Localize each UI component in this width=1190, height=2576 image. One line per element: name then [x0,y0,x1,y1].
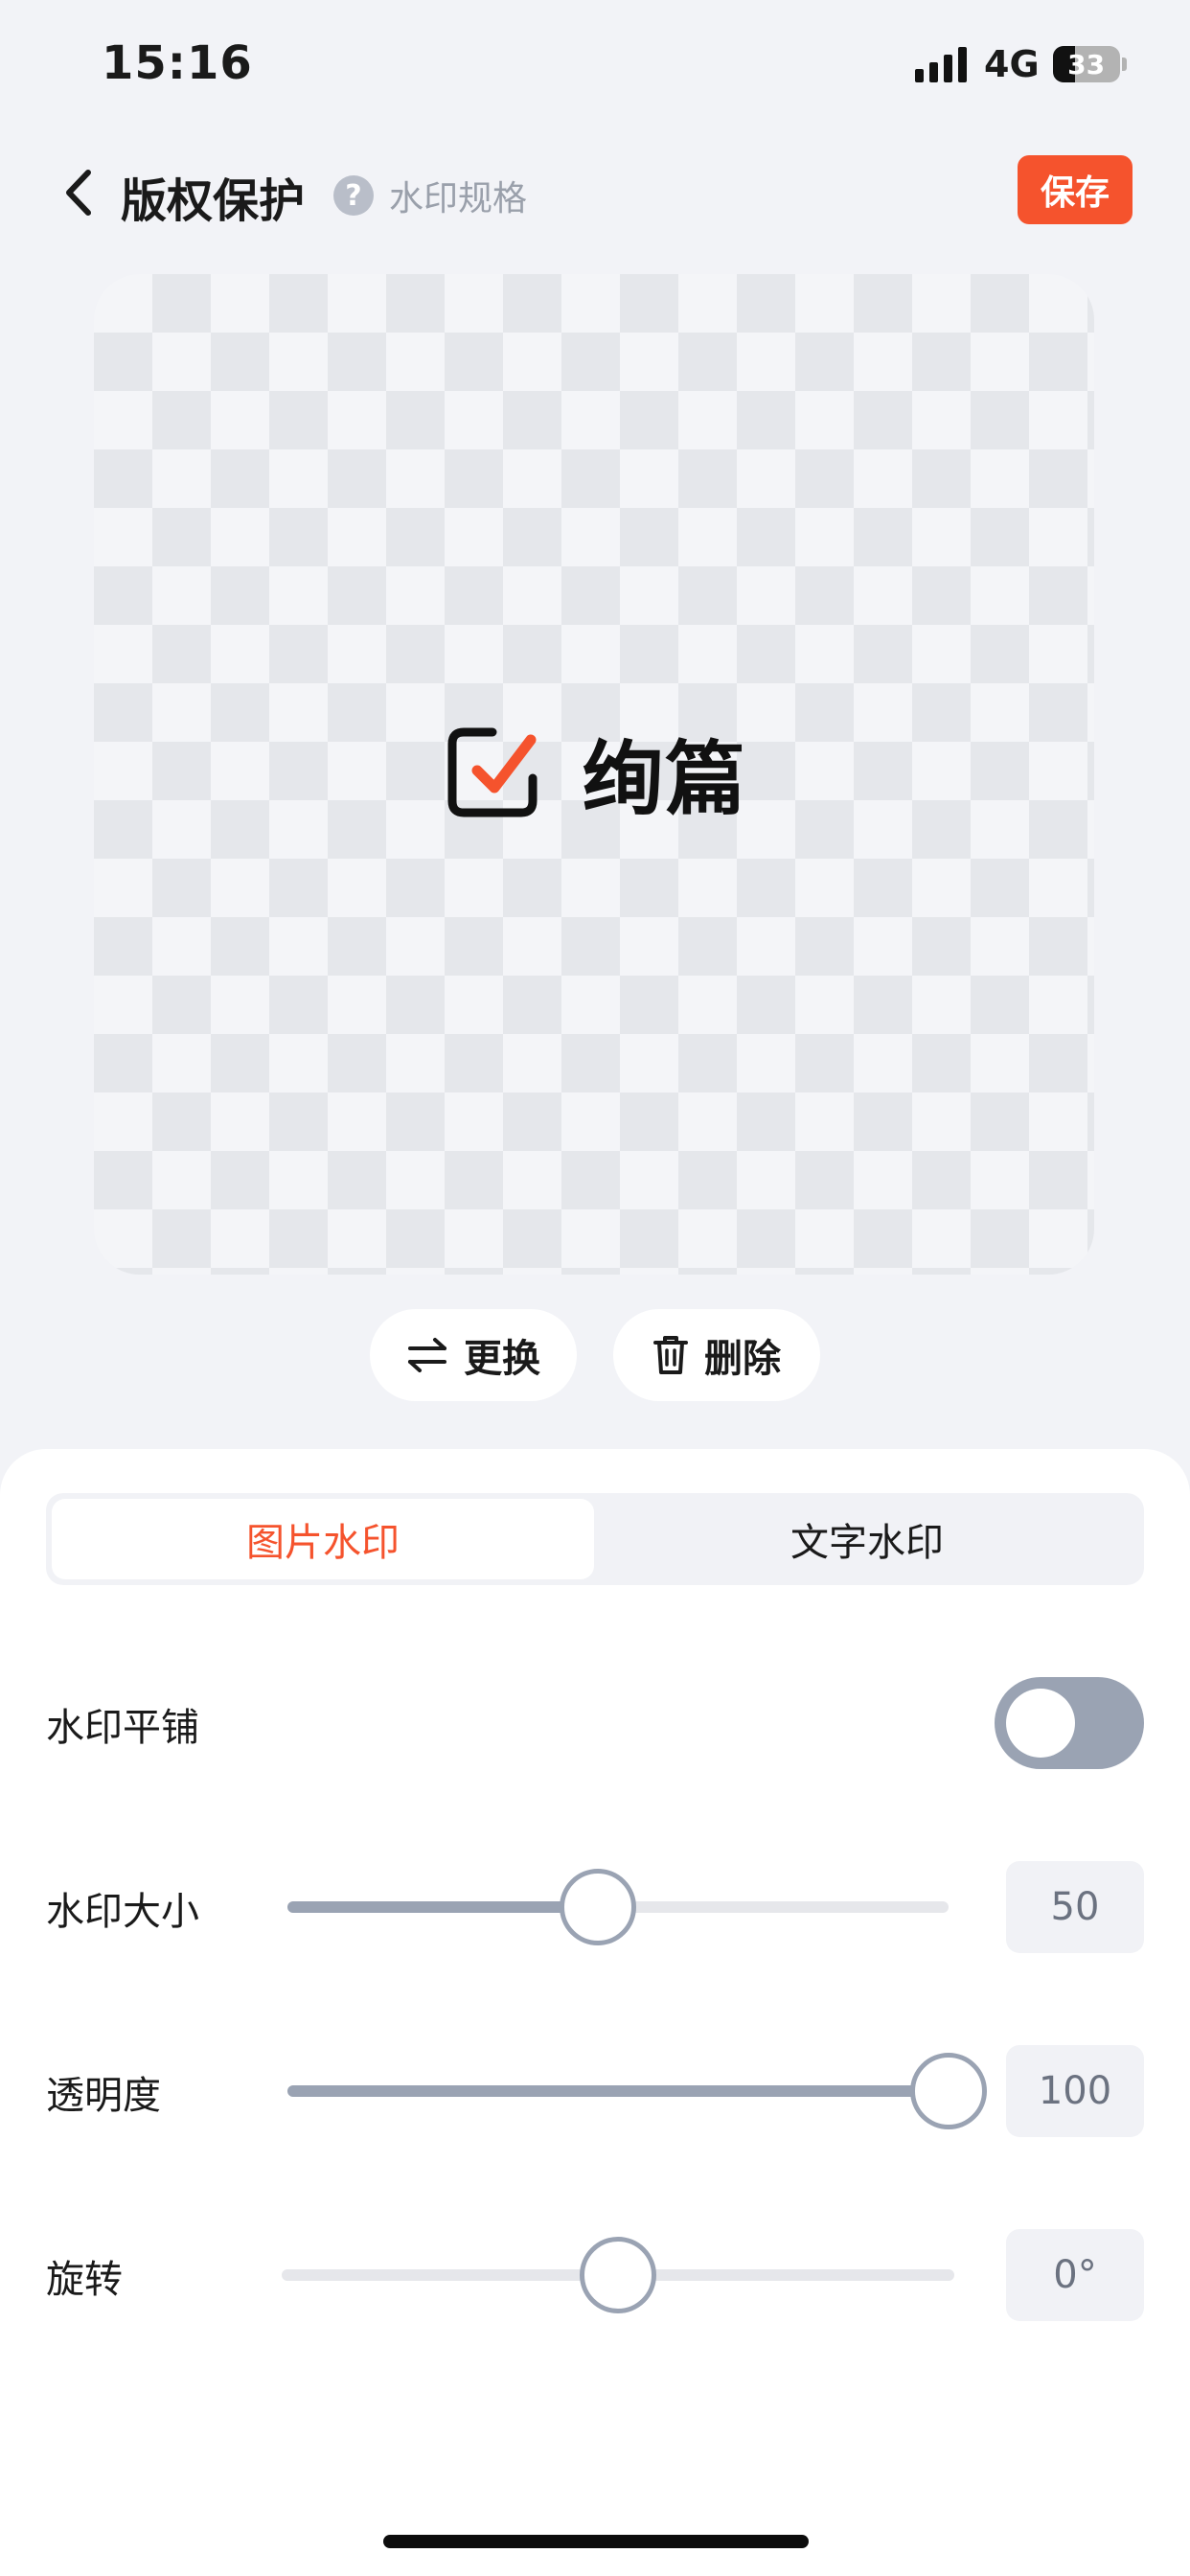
battery-icon: 33 [1052,46,1127,82]
rotation-value[interactable]: 0° [1006,2229,1144,2321]
home-indicator [383,2535,809,2548]
watermark-type-tabs: 图片水印 文字水印 [46,1493,1144,1585]
delete-button[interactable]: 删除 [613,1309,820,1401]
question-circle-icon: ? [333,175,374,216]
watermark-preview: 绚篇 [94,274,1094,1275]
rotation-label: 旋转 [46,2258,123,2302]
trash-icon [653,1336,688,1374]
opacity-slider[interactable] [287,2053,987,2129]
tile-label: 水印平铺 [46,1706,199,1750]
size-slider-thumb[interactable] [560,1869,637,1945]
checkbox-logo-icon [447,727,538,817]
tile-toggle[interactable] [995,1677,1144,1769]
replace-label: 更换 [464,1338,540,1380]
delete-label: 删除 [704,1338,781,1380]
network-type: 4G [984,43,1040,85]
watermark-spec-label: 水印规格 [389,179,528,218]
watermark-image: 绚篇 [443,723,747,826]
size-value[interactable]: 50 [1006,1861,1144,1953]
replace-button[interactable]: 更换 [370,1309,577,1401]
save-button[interactable]: 保存 [1018,155,1133,224]
opacity-value[interactable]: 100 [1006,2045,1144,2137]
watermark-spec-link[interactable]: ? 水印规格 [333,171,527,220]
chevron-left-icon [66,170,91,216]
back-button[interactable] [59,167,98,218]
rotation-slider-thumb[interactable] [580,2237,656,2313]
tab-text-watermark[interactable]: 文字水印 [596,1499,1138,1579]
status-indicators: 4G 33 [915,42,1127,86]
page-title: 版权保护 [121,174,306,228]
screen: 15:16 4G 33 版权保护 ? 水印规格 保存 绚篇 更换 删除 图片水印… [0,0,1190,2576]
swap-icon [408,1338,446,1372]
opacity-slider-thumb[interactable] [910,2053,987,2129]
size-slider-fill [287,1901,599,1913]
toggle-knob [1006,1689,1075,1758]
battery-percent: 33 [1067,48,1106,80]
size-label: 水印大小 [46,1890,199,1934]
tab-image-watermark[interactable]: 图片水印 [52,1499,594,1579]
signal-icon [915,46,967,82]
opacity-slider-fill [287,2085,949,2097]
nav-bar: 版权保护 ? 水印规格 保存 [0,144,1190,240]
opacity-label: 透明度 [46,2074,161,2118]
watermark-text: 绚篇 [583,731,748,826]
rotation-slider[interactable] [282,2237,954,2313]
settings-sheet: 图片水印 文字水印 水印平铺 水印大小 50 透明度 100 旋转 0° [0,1449,1190,2576]
status-time: 15:16 [102,36,253,90]
size-slider[interactable] [287,1869,949,1945]
